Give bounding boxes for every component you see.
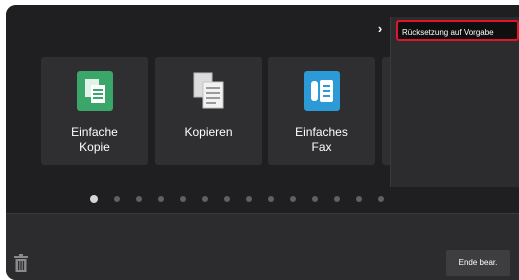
page-dot[interactable] [290,196,296,202]
chevron-right-icon[interactable]: › [370,19,390,39]
page-dot[interactable] [268,196,274,202]
tile-copy[interactable]: Kopieren [155,57,262,165]
page-dot[interactable] [136,196,142,202]
tile-label: Einfaches Fax [295,125,348,154]
home-screen: Einfache Kopie Kopieren Einfaches Fax › … [6,5,519,280]
page-dot[interactable] [378,196,384,202]
tile-label: Einfache Kopie [71,125,118,154]
tile-simple-fax[interactable]: Einfaches Fax [268,57,375,165]
trash-icon[interactable] [14,254,28,272]
page-dot[interactable] [312,196,318,202]
page-dot[interactable] [246,196,252,202]
simple-copy-icon [76,71,113,111]
tile-simple-copy[interactable]: Einfache Kopie [41,57,148,165]
bottom-bar: Ende bear. [6,213,519,280]
page-dot[interactable] [158,196,164,202]
page-dot[interactable] [202,196,208,202]
page-dot[interactable] [356,196,362,202]
page-dot[interactable] [224,196,230,202]
tiles-area: Einfache Kopie Kopieren Einfaches Fax › … [6,5,519,213]
reset-to-default-button[interactable]: Rücksetzung auf Vorgabe [396,20,519,41]
page-indicator [90,195,384,203]
page-dot[interactable] [114,196,120,202]
simple-fax-icon [303,71,340,111]
tile-label: Kopieren [184,125,233,139]
page-dot[interactable] [90,195,98,203]
page-dot[interactable] [334,196,340,202]
end-edit-button[interactable]: Ende bear. [446,250,510,276]
page-dot[interactable] [180,196,186,202]
copy-icon [193,72,223,109]
